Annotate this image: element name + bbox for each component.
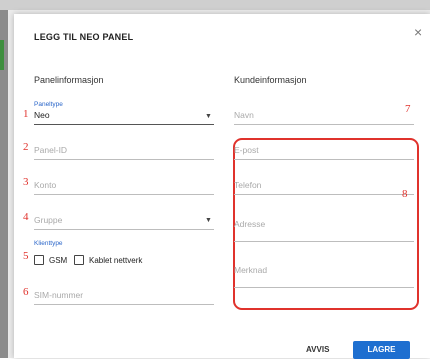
close-icon[interactable]: × [414,24,422,40]
gsm-label: GSM [49,256,68,265]
merknad-underline [234,287,414,288]
annotation-8: 8 [402,188,408,200]
annotation-1: 1 [23,108,29,120]
gruppe-underline [34,229,214,230]
merknad-input[interactable]: Merknad [234,265,267,275]
adresse-input[interactable]: Adresse [234,219,265,229]
panel-id-input[interactable]: Panel-ID [34,145,67,155]
adresse-underline [234,241,414,242]
telefon-input[interactable]: Telefon [234,180,261,190]
klienttype-label: Klienttype [34,240,63,247]
panel-info-heading: Panelinformasjon [34,75,104,85]
sim-number-underline [34,304,214,305]
paneltype-underline [34,124,214,125]
navn-input[interactable]: Navn [234,110,254,120]
lagre-button[interactable]: LAGRE [353,341,410,359]
dialog-title: LEGG TIL NEO PANEL [34,32,134,42]
kablet-nettverk-checkbox[interactable] [74,255,84,265]
panel-id-underline [34,159,214,160]
annotation-7: 7 [405,103,411,115]
customer-info-heading: Kundeinformasjon [234,75,307,85]
avvis-button[interactable]: AVVIS [306,345,329,354]
annotation-4: 4 [23,211,29,223]
background-app-bar [0,0,430,10]
paneltype-label: Paneltype [34,101,63,108]
annotation-3: 3 [23,176,29,188]
gsm-checkbox[interactable] [34,255,44,265]
paneltype-chevron-down-icon[interactable]: ▼ [205,113,212,120]
navn-underline [234,124,414,125]
telefon-underline [234,194,414,195]
annotation-5: 5 [23,250,29,262]
gruppe-chevron-down-icon[interactable]: ▼ [205,217,212,224]
sim-number-input[interactable]: SIM-nummer [34,290,83,300]
annotation-6: 6 [23,286,29,298]
annotation-2: 2 [23,141,29,153]
gruppe-select[interactable]: Gruppe [34,215,62,225]
background-green-marker [0,40,4,70]
add-neo-panel-dialog: LEGG TIL NEO PANEL × Panelinformasjon 1 … [14,14,430,359]
konto-input[interactable]: Konto [34,180,56,190]
paneltype-select[interactable]: Neo [34,110,50,120]
kablet-nettverk-label: Kablet nettverk [89,256,143,265]
epost-underline [234,159,414,160]
epost-input[interactable]: E-post [234,145,259,155]
konto-underline [34,194,214,195]
